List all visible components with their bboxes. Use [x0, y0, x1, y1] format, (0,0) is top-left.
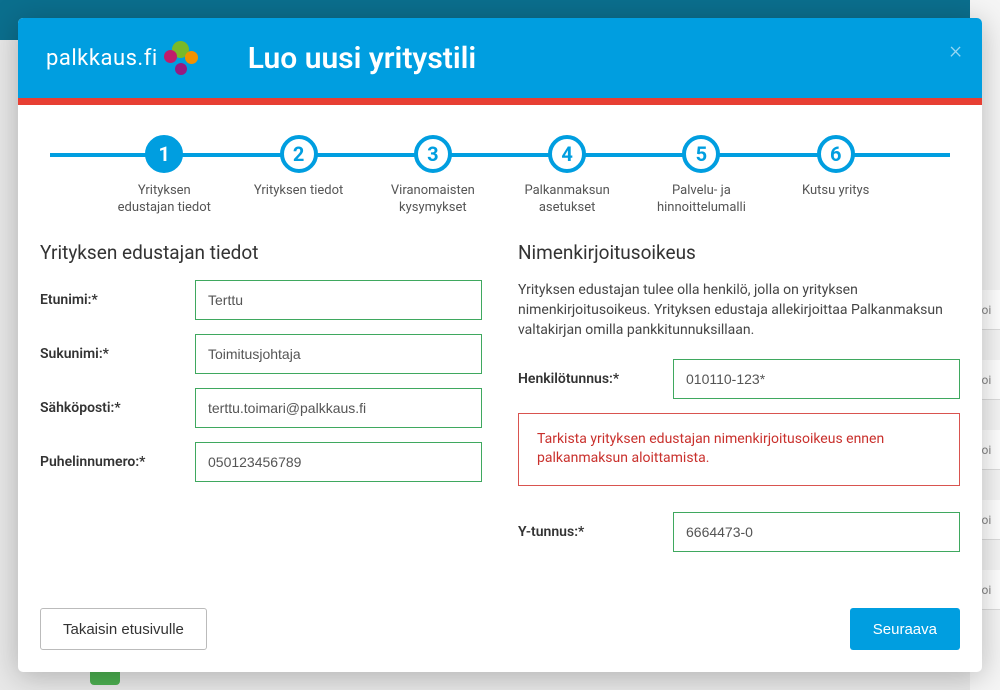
- modal-footer: Takaisin etusivulle Seuraava: [18, 594, 982, 672]
- ytunnus-input[interactable]: [673, 512, 960, 552]
- phone-label: Puhelinnumero:*: [40, 454, 195, 470]
- step-1[interactable]: 1 Yrityksen edustajan tiedot: [104, 135, 224, 217]
- step-circle: 3: [414, 135, 452, 173]
- next-button[interactable]: Seuraava: [850, 608, 960, 650]
- ssn-label: Henkilötunnus:*: [518, 371, 673, 387]
- step-label: Yrityksen edustajan tiedot: [109, 183, 219, 217]
- step-circle: 2: [280, 135, 318, 173]
- step-label: Yrityksen tiedot: [254, 183, 343, 200]
- firstname-input[interactable]: [195, 280, 482, 320]
- info-text: Yrityksen edustajan tulee olla henkilö, …: [518, 280, 960, 341]
- step-6[interactable]: 6 Kutsu yritys: [776, 135, 896, 200]
- back-button[interactable]: Takaisin etusivulle: [40, 608, 207, 650]
- modal-body: 1 Yrityksen edustajan tiedot 2 Yrityksen…: [18, 105, 982, 594]
- right-column: Nimenkirjoitusoikeus Yrityksen edustajan…: [518, 241, 960, 566]
- step-circle: 5: [682, 135, 720, 173]
- logo: palkkaus.fi: [46, 41, 198, 75]
- warning-box: Tarkista yrityksen edustajan nimenkirjoi…: [518, 413, 960, 486]
- step-label: Palkanmaksun asetukset: [512, 183, 622, 217]
- logo-icon: [164, 41, 198, 75]
- step-circle: 6: [817, 135, 855, 173]
- step-3[interactable]: 3 Viranomaisten kysymykset: [373, 135, 493, 217]
- email-label: Sähköposti:*: [40, 400, 195, 416]
- phone-input[interactable]: [195, 442, 482, 482]
- ssn-input[interactable]: [673, 359, 960, 399]
- ytunnus-label: Y-tunnus:*: [518, 524, 673, 540]
- section-title-right: Nimenkirjoitusoikeus: [518, 241, 960, 264]
- step-2[interactable]: 2 Yrityksen tiedot: [239, 135, 359, 200]
- lastname-input[interactable]: [195, 334, 482, 374]
- stepper: 1 Yrityksen edustajan tiedot 2 Yrityksen…: [50, 135, 950, 217]
- firstname-label: Etunimi:*: [40, 292, 195, 308]
- step-label: Palvelu- ja hinnoittelumalli: [646, 183, 756, 217]
- step-label: Viranomaisten kysymykset: [378, 183, 488, 217]
- logo-text: palkkaus.fi: [46, 46, 158, 71]
- section-title-left: Yrityksen edustajan tiedot: [40, 241, 482, 264]
- step-5[interactable]: 5 Palvelu- ja hinnoittelumalli: [641, 135, 761, 217]
- step-circle: 1: [145, 135, 183, 173]
- step-label: Kutsu yritys: [802, 183, 869, 200]
- email-input[interactable]: [195, 388, 482, 428]
- lastname-label: Sukunimi:*: [40, 346, 195, 362]
- close-icon[interactable]: ×: [949, 36, 962, 64]
- modal-dialog: palkkaus.fi Luo uusi yritystili × 1 Yrit…: [18, 18, 982, 672]
- header-accent-strip: [18, 98, 982, 105]
- modal-title: Luo uusi yritystili: [248, 41, 476, 76]
- step-circle: 4: [548, 135, 586, 173]
- modal-header: palkkaus.fi Luo uusi yritystili ×: [18, 18, 982, 98]
- left-column: Yrityksen edustajan tiedot Etunimi:* Suk…: [40, 241, 482, 566]
- step-4[interactable]: 4 Palkanmaksun asetukset: [507, 135, 627, 217]
